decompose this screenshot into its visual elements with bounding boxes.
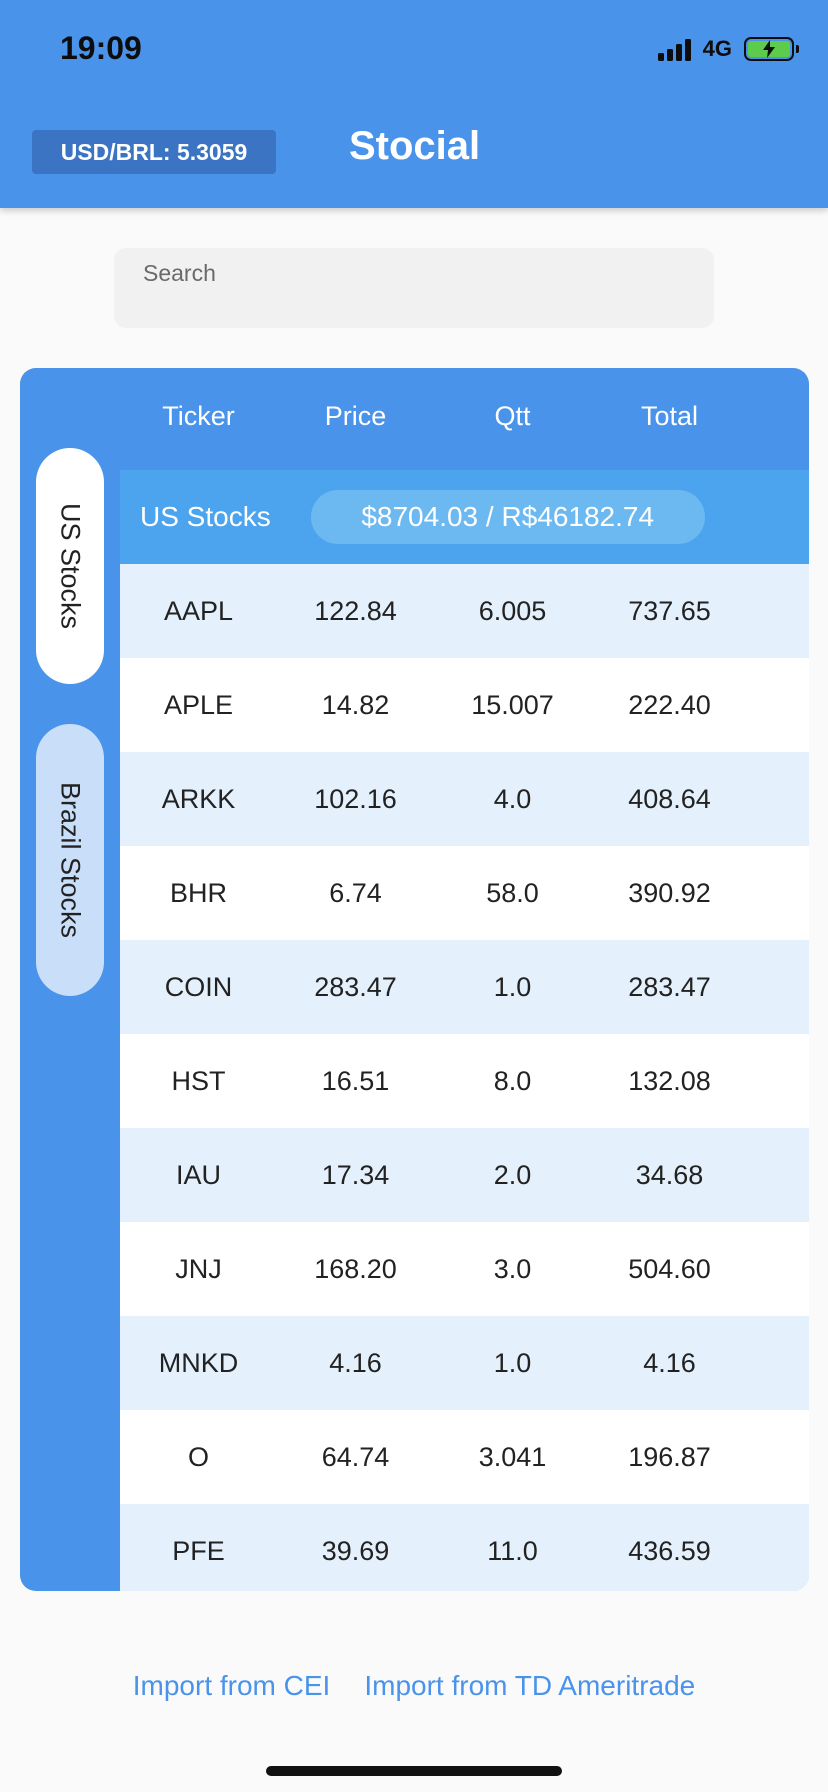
cell-total: 222.40 <box>628 689 711 720</box>
cell-ticker: HST <box>171 1065 226 1096</box>
section-total-badge: $8704.03 / R$46182.74 <box>310 490 705 544</box>
cell-price: 64.74 <box>321 1441 390 1472</box>
table-row[interactable]: APLE 14.82 15.007 222.40 <box>120 658 809 752</box>
cell-price: 283.47 <box>314 971 397 1002</box>
cell-total: 737.65 <box>628 595 711 626</box>
tab-brazil-stocks[interactable]: Brazil Stocks <box>36 724 104 996</box>
stocks-card: Ticker Price Qtt Total US Stocks Brazil … <box>20 368 809 1591</box>
column-header-total: Total <box>640 400 699 431</box>
section-title: US Stocks <box>140 501 271 532</box>
cell-total: 408.64 <box>628 783 711 814</box>
charging-bolt-icon <box>763 40 775 58</box>
table-row[interactable]: MNKD 4.16 1.0 4.16 <box>120 1316 809 1410</box>
table-row[interactable]: O 64.74 3.041 196.87 <box>120 1410 809 1504</box>
cell-qtt: 6.005 <box>478 595 547 626</box>
cell-ticker: APLE <box>163 689 234 720</box>
cell-price: 168.20 <box>314 1253 397 1284</box>
cell-price: 4.16 <box>329 1347 382 1378</box>
signal-icon <box>657 37 691 61</box>
table-row[interactable]: COIN 283.47 1.0 283.47 <box>120 940 809 1034</box>
status-indicators: 4G <box>657 34 799 64</box>
table-rows: AAPL 122.84 6.005 737.65 APLE 14.82 15.007 222.… <box>120 564 809 1591</box>
table-row[interactable]: PFE 39.69 11.0 436.59 <box>120 1504 809 1591</box>
cell-ticker: IAU <box>175 1159 221 1190</box>
cell-qtt: 1.0 <box>493 971 532 1002</box>
section-header: US Stocks $8704.03 / R$46182.74 <box>120 470 809 564</box>
cell-total: 390.92 <box>628 877 711 908</box>
import-cei-link[interactable]: Import from CEI <box>133 1670 331 1702</box>
cell-ticker: AAPL <box>163 595 234 626</box>
cell-total: 504.60 <box>628 1253 711 1284</box>
table-row[interactable]: HST 16.51 8.0 132.08 <box>120 1034 809 1128</box>
cell-qtt: 8.0 <box>493 1065 532 1096</box>
exchange-rate-badge: USD/BRL: 5.3059 <box>32 130 276 174</box>
search-input[interactable] <box>143 288 683 322</box>
battery-icon <box>744 37 799 61</box>
cell-qtt: 58.0 <box>486 877 539 908</box>
cell-ticker: O <box>187 1441 209 1472</box>
table-row[interactable]: IAU 17.34 2.0 34.68 <box>120 1128 809 1222</box>
column-header-qtt: Qtt <box>494 400 531 431</box>
cell-total: 436.59 <box>628 1535 711 1566</box>
table-row[interactable]: AAPL 122.84 6.005 737.65 <box>120 564 809 658</box>
table-header: Ticker Price Qtt Total <box>120 388 809 444</box>
home-indicator <box>266 1766 562 1776</box>
status-time: 19:09 <box>60 30 142 66</box>
table-row[interactable]: BHR 6.74 58.0 390.92 <box>120 846 809 940</box>
search-field[interactable]: Search <box>114 248 714 328</box>
cell-qtt: 2.0 <box>493 1159 532 1190</box>
cell-total: 4.16 <box>643 1347 696 1378</box>
cell-total: 132.08 <box>628 1065 711 1096</box>
cell-total: 196.87 <box>628 1441 711 1472</box>
tab-us-stocks[interactable]: US Stocks <box>36 448 104 684</box>
cell-qtt: 3.0 <box>493 1253 532 1284</box>
cell-price: 122.84 <box>314 595 397 626</box>
search-label: Search <box>143 260 216 286</box>
table-row[interactable]: ARKK 102.16 4.0 408.64 <box>120 752 809 846</box>
cell-qtt: 15.007 <box>471 689 554 720</box>
cell-price: 102.16 <box>314 783 397 814</box>
cell-ticker: PFE <box>172 1535 225 1566</box>
cell-qtt: 4.0 <box>493 783 532 814</box>
cell-ticker: ARKK <box>161 783 236 814</box>
cell-price: 39.69 <box>321 1535 390 1566</box>
cell-total: 34.68 <box>635 1159 704 1190</box>
cell-ticker: JNJ <box>175 1253 222 1284</box>
import-td-ameritrade-link[interactable]: Import from TD Ameritrade <box>364 1670 695 1702</box>
app-title: Stocial <box>349 124 481 168</box>
tab-brazil-stocks-label: Brazil Stocks <box>55 781 86 939</box>
cell-total: 283.47 <box>628 971 711 1002</box>
cell-price: 14.82 <box>321 689 390 720</box>
cell-ticker: COIN <box>164 971 233 1002</box>
stocks-table: US Stocks $8704.03 / R$46182.74 AAPL 122.… <box>120 470 809 1591</box>
cell-price: 17.34 <box>321 1159 390 1190</box>
import-links: Import from CEI Import from TD Ameritrad… <box>0 1670 828 1702</box>
cell-qtt: 1.0 <box>493 1347 532 1378</box>
column-header-price: Price <box>324 400 387 431</box>
cell-price: 6.74 <box>329 877 382 908</box>
cell-qtt: 11.0 <box>487 1535 538 1566</box>
app-bar: 19:09 4G USD/BRL: 5.3059 Stocial <box>0 0 828 208</box>
cell-ticker: BHR <box>169 877 227 908</box>
network-type: 4G <box>702 36 732 61</box>
column-header-ticker: Ticker <box>162 400 235 431</box>
cell-qtt: 3.041 <box>478 1441 547 1472</box>
cell-ticker: MNKD <box>158 1347 239 1378</box>
tab-us-stocks-label: US Stocks <box>55 502 86 630</box>
cell-price: 16.51 <box>321 1065 390 1096</box>
table-row[interactable]: JNJ 168.20 3.0 504.60 <box>120 1222 809 1316</box>
